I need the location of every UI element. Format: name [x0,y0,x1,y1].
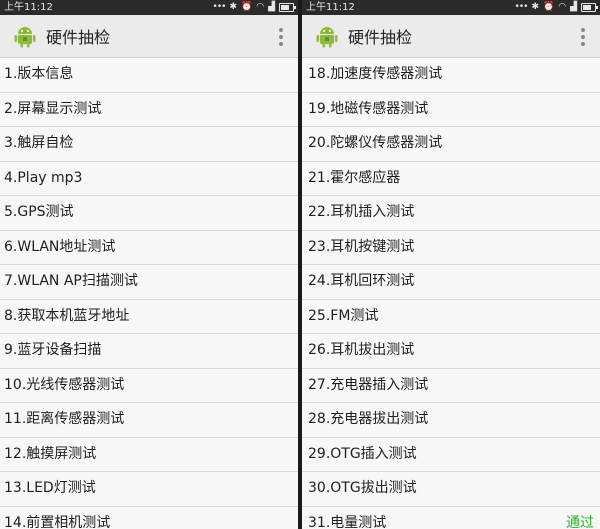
list-item[interactable]: 2.屏幕显示测试 [0,92,298,127]
signal-icon: ▟ [570,2,577,12]
wifi-icon: ◠ [558,2,567,12]
list-item[interactable]: 27.充电器插入测试 [302,368,600,403]
app-title: 硬件抽检 [46,28,111,47]
battery-icon [279,3,296,12]
status-icons: ••• ✱ ⏰ ◠ ▟ [212,0,296,15]
test-list-left: 1.版本信息 2.屏幕显示测试 3.触屏自检 4.Play mp3 5.GPS测… [0,58,298,529]
signal-icon: ▟ [268,2,275,12]
list-item-battery-test[interactable]: 31.电量测试 通过 [302,506,600,529]
status-time: 上午11:12 [306,2,355,13]
list-item[interactable]: 29.OTG插入测试 [302,437,600,472]
list-item[interactable]: 8.获取本机蓝牙地址 [0,299,298,334]
app-title: 硬件抽检 [348,28,413,47]
list-item[interactable]: 14.前置相机测试 [0,506,298,529]
list-item[interactable]: 23.耳机按键测试 [302,230,600,265]
battery-icon [581,3,598,12]
list-item[interactable]: 22.耳机插入测试 [302,196,600,231]
list-item[interactable]: 9.蓝牙设备扫描 [0,334,298,369]
app-bar: 硬件抽检 [0,15,298,58]
pass-status-label: 通过 [566,514,594,529]
bluetooth-icon: ✱ [531,2,539,12]
list-item[interactable]: 30.OTG拔出测试 [302,472,600,507]
list-item[interactable]: 4.Play mp3 [0,161,298,196]
status-bar: 上午11:12 ••• ✱ ⏰ ◠ ▟ [302,0,600,15]
status-icons: ••• ✱ ⏰ ◠ ▟ [514,0,598,15]
list-item[interactable]: 24.耳机回环测试 [302,265,600,300]
list-item[interactable]: 20.陀螺仪传感器测试 [302,127,600,162]
right-screen: 上午11:12 ••• ✱ ⏰ ◠ ▟ 硬件抽检 18.加速度传感器测试 19.… [302,0,600,529]
list-item[interactable]: 10.光线传感器测试 [0,368,298,403]
list-item[interactable]: 18.加速度传感器测试 [302,58,600,93]
android-icon [316,27,338,48]
more-notifications-icon: ••• [514,2,529,12]
list-item[interactable]: 19.地磁传感器测试 [302,92,600,127]
wifi-icon: ◠ [256,2,265,12]
list-item-label: 31.电量测试 [308,514,387,529]
alarm-icon: ⏰ [241,2,253,12]
list-item[interactable]: 11.距离传感器测试 [0,403,298,438]
list-item[interactable]: 13.LED灯测试 [0,472,298,507]
list-item[interactable]: 28.充电器拔出测试 [302,403,600,438]
list-item[interactable]: 25.FM测试 [302,299,600,334]
left-screen: 上午11:12 ••• ✱ ⏰ ◠ ▟ 硬件抽检 1.版本信息 2.屏幕显示测试… [0,0,298,529]
overflow-menu-icon[interactable] [580,28,586,46]
list-item[interactable]: 12.触摸屏测试 [0,437,298,472]
list-item[interactable]: 5.GPS测试 [0,196,298,231]
status-time: 上午11:12 [4,2,53,13]
android-icon [14,27,36,48]
list-item[interactable]: 7.WLAN AP扫描测试 [0,265,298,300]
overflow-menu-icon[interactable] [278,28,284,46]
bluetooth-icon: ✱ [229,2,237,12]
alarm-icon: ⏰ [543,2,555,12]
list-item[interactable]: 26.耳机拔出测试 [302,334,600,369]
list-item[interactable]: 21.霍尔感应器 [302,161,600,196]
more-notifications-icon: ••• [212,2,227,12]
status-bar: 上午11:12 ••• ✱ ⏰ ◠ ▟ [0,0,298,15]
test-list-right: 18.加速度传感器测试 19.地磁传感器测试 20.陀螺仪传感器测试 21.霍尔… [302,58,600,529]
list-item[interactable]: 3.触屏自检 [0,127,298,162]
list-item[interactable]: 6.WLAN地址测试 [0,230,298,265]
list-item[interactable]: 1.版本信息 [0,58,298,93]
app-bar: 硬件抽检 [302,15,600,58]
